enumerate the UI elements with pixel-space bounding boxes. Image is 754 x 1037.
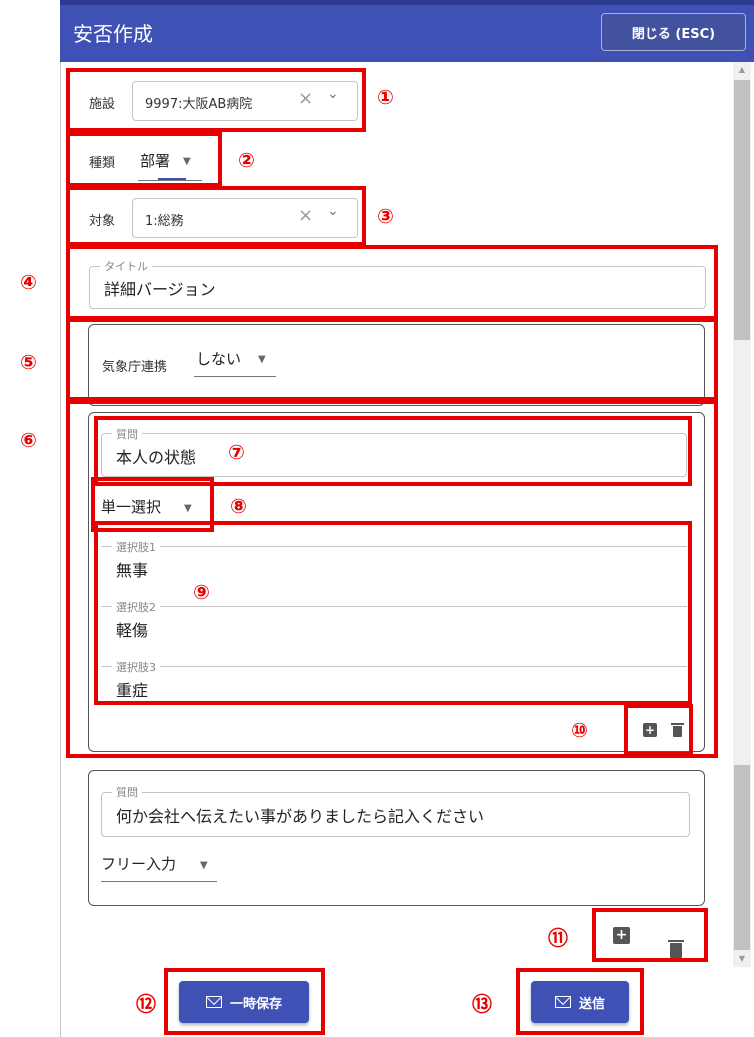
option-1-field[interactable] [101, 546, 687, 590]
question-1-value: 本人の状態 [116, 448, 197, 467]
dropdown-arrow-icon: ▼ [184, 503, 192, 514]
option-2-label: 選択肢2 [112, 599, 160, 615]
dropdown-arrow-icon: ▼ [183, 156, 191, 167]
callout-number-13: ⑬ [472, 992, 492, 1016]
option-1-value: 無事 [116, 561, 149, 580]
question-2-label: 質問 [112, 784, 142, 800]
question-2-value: 何か会社へ伝えたい事がありましたら記入ください [116, 807, 485, 826]
question-card-2 [88, 770, 705, 906]
callout-number-12: ⑫ [136, 992, 156, 1016]
question-2-type-value: フリー入力 [101, 855, 177, 873]
type-focus-line [158, 178, 186, 180]
target-value: 1:総務 [145, 214, 184, 229]
jma-label: 気象庁連携 [102, 360, 168, 375]
scroll-down-icon[interactable]: ▼ [735, 953, 749, 965]
callout-number-8: ⑧ [230, 494, 247, 518]
jma-value: しない [196, 350, 242, 368]
delete-question-icon[interactable] [668, 940, 684, 959]
scrollbar-thumb-lower [734, 765, 750, 950]
chevron-down-icon[interactable]: ⌄ [327, 86, 339, 102]
option-2-value: 軽傷 [116, 621, 149, 640]
chevron-down-icon[interactable]: ⌄ [327, 203, 339, 219]
facility-label: 施設 [89, 97, 116, 112]
dialog-title: 安否作成 [73, 22, 153, 46]
callout-box-11 [592, 908, 708, 962]
mail-icon [205, 996, 222, 1008]
callout-number-6: ⑥ [20, 428, 37, 452]
type-label: 種類 [89, 156, 116, 171]
facility-value: 9997:大阪AB病院 [145, 97, 253, 112]
callout-number-3: ③ [377, 204, 394, 228]
scroll-up-icon[interactable]: ▲ [735, 64, 749, 76]
callout-number-7: ⑦ [228, 440, 245, 464]
question-1-type-select[interactable]: 単一選択 [101, 496, 161, 517]
title-field-label: タイトル [100, 258, 152, 274]
header-top-strip [60, 0, 754, 5]
option-3-label: 選択肢3 [112, 659, 160, 675]
type-value: 部署 [140, 152, 171, 170]
close-button[interactable]: 閉じる (ESC) [601, 13, 746, 51]
send-label: 送信 [578, 996, 605, 1012]
title-field-value: 詳細バージョン [104, 280, 216, 299]
callout-number-11: ⑪ [548, 926, 568, 950]
dropdown-arrow-icon: ▼ [200, 860, 208, 871]
option-1-label: 選択肢1 [112, 539, 160, 555]
add-question-icon[interactable]: + [613, 927, 630, 944]
dropdown-arrow-icon: ▼ [258, 354, 266, 365]
callout-number-4: ④ [20, 270, 37, 294]
target-label: 対象 [89, 214, 116, 229]
delete-option-icon[interactable] [671, 723, 684, 737]
save-draft-button[interactable]: 一時保存 [179, 981, 309, 1023]
callout-number-9: ⑨ [193, 580, 210, 604]
option-3-value: 重症 [116, 681, 149, 700]
send-button[interactable]: 送信 [531, 981, 629, 1023]
clear-icon[interactable]: × [298, 205, 313, 226]
save-draft-label: 一時保存 [229, 996, 282, 1012]
scrollbar-thumb[interactable] [734, 80, 750, 340]
option-2-field[interactable] [101, 606, 687, 650]
callout-number-2: ② [238, 148, 255, 172]
question-1-label: 質問 [112, 426, 142, 442]
add-option-icon[interactable]: + [643, 723, 657, 737]
mail-icon [554, 996, 571, 1008]
clear-icon[interactable]: × [298, 88, 313, 109]
callout-number-5: ⑤ [20, 350, 37, 374]
callout-number-10: ⑩ [571, 718, 588, 742]
option-3-field[interactable] [101, 666, 687, 702]
callout-number-1: ① [377, 85, 394, 109]
